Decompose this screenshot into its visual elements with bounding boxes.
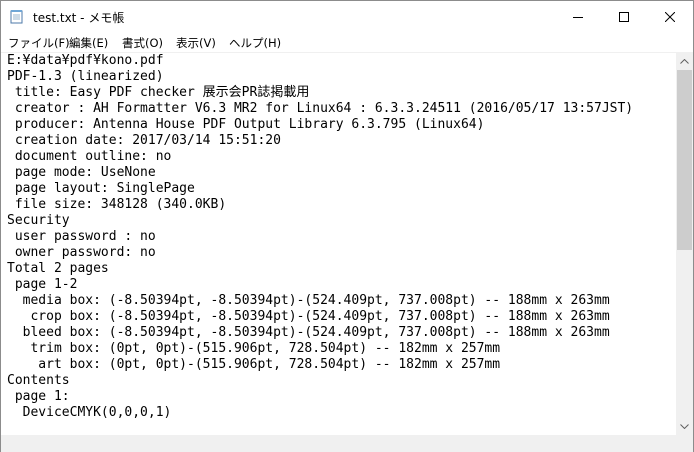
- text-line: trim box: (0pt, 0pt)-(515.906pt, 728.504…: [7, 341, 501, 356]
- scroll-up-button[interactable]: [676, 53, 693, 70]
- notepad-icon: [10, 10, 23, 24]
- notepad-window: test.txt - メモ帳 ファイル(F) 編集(E) 書式(O) 表示(V)…: [0, 0, 694, 452]
- text-line: page 1:: [7, 389, 70, 404]
- scrollbar-corner: [676, 435, 693, 452]
- maximize-button[interactable]: [601, 1, 647, 32]
- text-line: PDF-1.3 (linearized): [7, 69, 164, 84]
- text-line: E:¥data¥pdf¥kono.pdf: [7, 53, 164, 68]
- menu-help[interactable]: ヘルプ(H): [229, 35, 281, 51]
- close-button[interactable]: [647, 1, 693, 32]
- text-line: creation date: 2017/03/14 15:51:20: [7, 133, 281, 148]
- menu-edit[interactable]: 編集(E): [69, 35, 108, 51]
- horizontal-scrollbar[interactable]: [1, 435, 676, 452]
- text-line: Contents: [7, 373, 70, 388]
- text-line: Total 2 pages: [7, 261, 109, 276]
- text-line: Security: [7, 213, 70, 228]
- menu-view[interactable]: 表示(V): [176, 35, 216, 51]
- text-line: page mode: UseNone: [7, 165, 156, 180]
- vertical-scroll-thumb[interactable]: [677, 70, 692, 250]
- text-line: DeviceCMYK(0,0,0,1): [7, 405, 172, 420]
- text-line: file size: 348128 (340.0KB): [7, 197, 227, 212]
- text-line: page 1-2: [7, 277, 78, 292]
- menu-file[interactable]: ファイル(F): [8, 35, 70, 51]
- menu-format[interactable]: 書式(O): [122, 35, 163, 51]
- title-bar[interactable]: test.txt - メモ帳: [1, 1, 693, 32]
- text-line: document outline: no: [7, 149, 172, 164]
- text-line: title: Easy PDF checker 展示会PR誌掲載用: [7, 85, 310, 100]
- text-line: media box: (-8.50394pt, -8.50394pt)-(524…: [7, 293, 610, 308]
- text-line: page layout: SinglePage: [7, 181, 195, 196]
- minimize-button[interactable]: [555, 1, 601, 32]
- menu-bar: ファイル(F) 編集(E) 書式(O) 表示(V) ヘルプ(H): [1, 32, 693, 53]
- text-line: owner password: no: [7, 245, 156, 260]
- vertical-scrollbar[interactable]: [676, 53, 693, 435]
- maximize-icon: [619, 11, 629, 22]
- chevron-up-icon: [680, 59, 689, 64]
- text-line: user password : no: [7, 229, 156, 244]
- chevron-down-icon: [680, 424, 689, 429]
- close-icon: [665, 11, 675, 22]
- window-title: test.txt - メモ帳: [33, 11, 125, 25]
- text-line: bleed box: (-8.50394pt, -8.50394pt)-(524…: [7, 325, 610, 340]
- text-line: art box: (0pt, 0pt)-(515.906pt, 728.504p…: [7, 357, 501, 372]
- scroll-down-button[interactable]: [676, 418, 693, 435]
- minimize-icon: [573, 16, 583, 18]
- text-editor[interactable]: E:¥data¥pdf¥kono.pdf PDF-1.3 (linearized…: [1, 53, 676, 435]
- text-line: crop box: (-8.50394pt, -8.50394pt)-(524.…: [7, 309, 610, 324]
- text-line: producer: Antenna House PDF Output Libra…: [7, 117, 485, 132]
- text-line: creator : AH Formatter V6.3 MR2 for Linu…: [7, 101, 634, 116]
